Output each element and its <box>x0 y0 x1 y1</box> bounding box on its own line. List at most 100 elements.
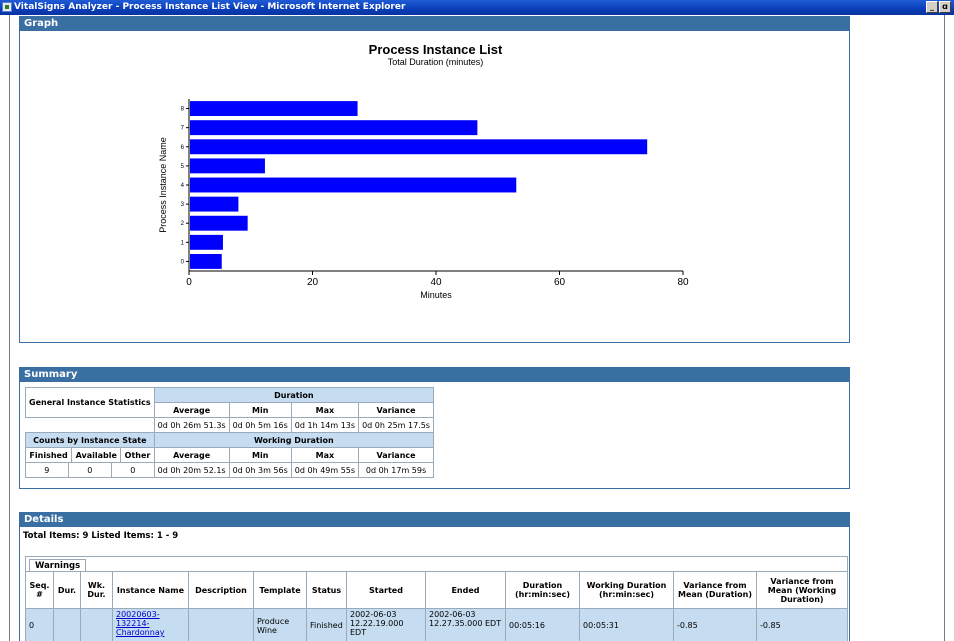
y-tick-label-7: 7 <box>181 126 185 132</box>
cell-working-duration: 00:05:31 <box>579 608 674 641</box>
duration-min: 0d 0h 5m 16s <box>228 417 292 433</box>
state-counts: 9 0 0 <box>25 462 155 478</box>
bar-8 <box>190 101 358 117</box>
spacer-cell <box>26 418 155 433</box>
state-cols: Finished Available Other <box>25 447 155 463</box>
details-panel: Total Items: 9 Listed Items: 1 - 9 Warni… <box>19 527 850 641</box>
col-started[interactable]: Started <box>346 571 426 609</box>
col-variance-duration[interactable]: Variance from Mean (Duration) <box>673 571 757 609</box>
details-panel-header: Details <box>19 512 850 527</box>
details-tab-strip: Warnings <box>25 556 848 572</box>
counts-label: Counts by Instance State <box>25 432 155 448</box>
window-title: VitalSigns Analyzer - Process Instance L… <box>14 2 406 12</box>
table-row: 0 20020603-132214-Chardonnay Produce Win… <box>25 608 848 641</box>
col-variance: Variance <box>358 402 434 418</box>
col-finished: Finished <box>26 448 73 462</box>
bar-4 <box>190 177 517 193</box>
y-tick-label-1: 1 <box>181 240 185 246</box>
ie-app-icon <box>2 2 12 12</box>
col-other: Other <box>124 450 151 460</box>
duration-header: Duration <box>153 387 434 403</box>
y-axis-label: Process Instance Name <box>158 137 168 233</box>
cell-started: 2002-06-03 12.22.19.000 EDT <box>346 608 426 641</box>
y-tick-label-8: 8 <box>181 107 185 113</box>
cell-description <box>188 608 254 641</box>
col-status[interactable]: Status <box>306 571 347 609</box>
col-wk-dur[interactable]: Wk. Dur. <box>80 571 113 609</box>
general-stats-label: General Instance Statistics <box>25 387 155 418</box>
details-table: Seq. # Dur. Wk. Dur. Instance Name Descr… <box>25 571 848 641</box>
bar-3 <box>190 196 239 212</box>
bar-5 <box>190 158 265 174</box>
count-available: 0 <box>68 463 113 477</box>
cell-wk-dur <box>80 608 113 641</box>
instance-link[interactable]: 20020603-132214-Chardonnay <box>116 610 164 637</box>
bar-1 <box>190 234 223 250</box>
x-tick-label-0: 0 <box>186 277 192 288</box>
details-header-row: Seq. # Dur. Wk. Dur. Instance Name Descr… <box>25 571 848 609</box>
col-seq[interactable]: Seq. # <box>25 571 54 609</box>
col-average: Average <box>153 402 230 418</box>
x-tick-label-40: 40 <box>430 277 442 288</box>
duration-max: 0d 1h 14m 13s <box>290 417 360 433</box>
cell-variance-working: -0.85 <box>756 608 848 641</box>
minimize-button[interactable]: _ <box>926 1 938 13</box>
summary-panel-header: Summary <box>19 367 850 382</box>
y-tick-label-4: 4 <box>181 183 185 189</box>
cell-duration: 00:05:16 <box>505 608 580 641</box>
x-axis-label: Minutes <box>420 290 452 300</box>
details-item-count: Total Items: 9 Listed Items: 1 - 9 <box>23 531 179 541</box>
working-min: 0d 0h 3m 56s <box>228 462 292 478</box>
working-average: 0d 0h 20m 52.1s <box>153 462 230 478</box>
duration-average: 0d 0h 26m 51.3s <box>153 417 230 433</box>
col-instance-name[interactable]: Instance Name <box>112 571 189 609</box>
cell-seq: 0 <box>25 608 54 641</box>
col-available: Available <box>71 448 122 462</box>
col-duration[interactable]: Duration (hr:min:sec) <box>505 571 580 609</box>
y-tick-label-3: 3 <box>181 202 185 208</box>
cell-status: Finished <box>306 608 347 641</box>
y-tick-label-0: 0 <box>181 259 185 265</box>
cell-ended: 2002-06-03 12.27.35.000 EDT <box>425 608 506 641</box>
y-tick-label-5: 5 <box>181 164 185 170</box>
col-variance-2: Variance <box>358 447 434 463</box>
working-duration-header: Working Duration <box>153 432 434 448</box>
y-tick-label-6: 6 <box>181 145 185 151</box>
col-ended[interactable]: Ended <box>425 571 506 609</box>
graph-panel-header: Graph <box>19 16 850 31</box>
restore-button[interactable]: ɑ <box>939 1 951 13</box>
working-max: 0d 0h 49m 55s <box>290 462 360 478</box>
graph-panel: Process Instance List Total Duration (mi… <box>19 31 850 343</box>
window-controls: _ ɑ <box>926 1 951 13</box>
duration-variance: 0d 0h 25m 17.5s <box>358 417 434 433</box>
bar-2 <box>190 215 248 231</box>
col-average-2: Average <box>153 447 230 463</box>
cell-variance-duration: -0.85 <box>673 608 757 641</box>
count-other: 0 <box>130 465 136 475</box>
count-finished: 9 <box>26 463 69 477</box>
col-working-duration[interactable]: Working Duration (hr:min:sec) <box>579 571 674 609</box>
x-tick-label-60: 60 <box>554 277 566 288</box>
x-tick-label-20: 20 <box>307 277 319 288</box>
window-titlebar: VitalSigns Analyzer - Process Instance L… <box>0 0 954 15</box>
col-description[interactable]: Description <box>188 571 254 609</box>
bar-6 <box>190 139 648 155</box>
col-min-2: Min <box>228 447 292 463</box>
col-variance-working[interactable]: Variance from Mean (Working Duration) <box>756 571 848 609</box>
x-tick-label-80: 80 <box>677 277 689 288</box>
cell-instance-name: 20020603-132214-Chardonnay <box>112 608 189 641</box>
summary-table: General Instance Statistics Duration Ave… <box>25 387 434 478</box>
summary-panel: General Instance Statistics Duration Ave… <box>19 382 850 489</box>
cell-dur <box>53 608 81 641</box>
y-tick-label-2: 2 <box>181 221 185 227</box>
cell-template: Produce Wine <box>253 608 307 641</box>
col-min: Min <box>228 402 292 418</box>
bar-chart: 0123456780 20 40 60 80MinutesProcess Instanc… <box>158 99 689 300</box>
col-dur[interactable]: Dur. <box>53 571 81 609</box>
bar-0 <box>190 253 222 269</box>
bar-7 <box>190 120 478 136</box>
col-template[interactable]: Template <box>253 571 307 609</box>
working-variance: 0d 0h 17m 59s <box>358 462 434 478</box>
col-max-2: Max <box>290 447 360 463</box>
col-max: Max <box>290 402 360 418</box>
